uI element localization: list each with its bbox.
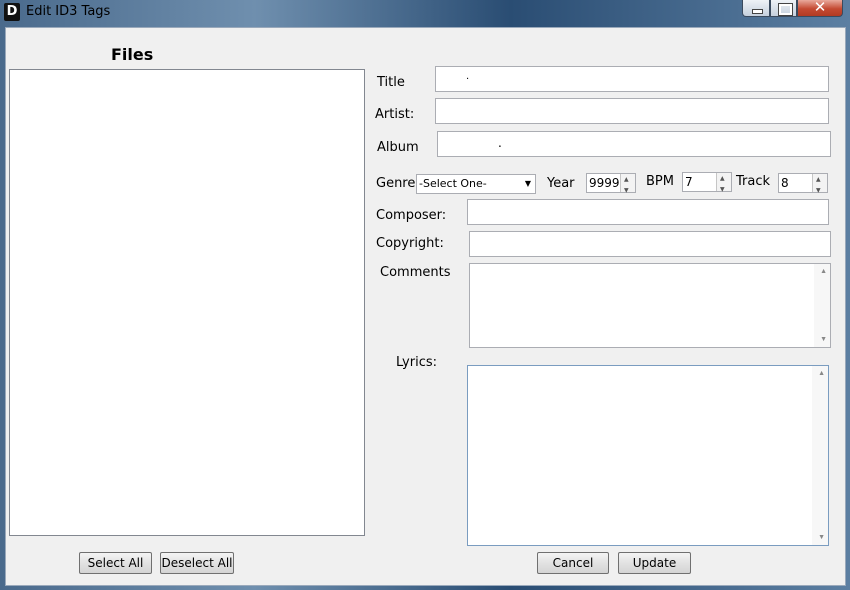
scroll-down-icon[interactable]: ▼: [820, 336, 827, 343]
close-button[interactable]: ✕: [797, 0, 843, 17]
album-value: .: [498, 136, 502, 150]
title-value: .: [466, 71, 470, 82]
copyright-label: Copyright:: [376, 236, 444, 251]
genre-label: Genre: [376, 176, 416, 191]
spinner-arrows-icon[interactable]: [620, 171, 635, 200]
lyrics-textarea[interactable]: ▲ ▼: [467, 365, 829, 546]
maximize-button[interactable]: [770, 0, 797, 17]
year-value: 9999: [589, 176, 620, 190]
close-icon: ✕: [813, 0, 827, 16]
spinner-arrows-icon[interactable]: [716, 170, 731, 199]
artist-label: Artist:: [375, 107, 415, 122]
cancel-button[interactable]: Cancel: [537, 552, 609, 574]
title-input[interactable]: .: [435, 66, 829, 92]
comments-label: Comments: [380, 265, 451, 280]
bpm-spinner[interactable]: 7: [682, 170, 732, 199]
files-heading: Files: [111, 45, 154, 64]
app-icon: D: [4, 3, 20, 21]
scroll-up-icon[interactable]: ▲: [818, 370, 825, 377]
scroll-down-icon[interactable]: ▼: [818, 534, 825, 541]
track-label: Track: [736, 174, 771, 189]
genre-select[interactable]: -Select One- ▼: [416, 174, 536, 194]
composer-input[interactable]: [467, 199, 829, 225]
title-bar[interactable]: D Edit ID3 Tags ✕: [0, 0, 850, 26]
album-input[interactable]: .: [437, 131, 831, 157]
window: D Edit ID3 Tags ✕ Files Select All Desel…: [0, 0, 850, 590]
window-title: Edit ID3 Tags: [26, 4, 111, 19]
minimize-button[interactable]: [742, 0, 770, 17]
track-value: 8: [781, 176, 789, 190]
copyright-input[interactable]: [469, 231, 831, 257]
bpm-value: 7: [685, 175, 693, 189]
spinner-arrows-icon[interactable]: [812, 171, 827, 200]
dialog-body: Files Select All Deselect All Title . Ar…: [5, 27, 846, 586]
artist-input[interactable]: [435, 98, 829, 124]
lyrics-scrollbar[interactable]: ▲ ▼: [812, 366, 828, 545]
lyrics-label: Lyrics:: [396, 355, 437, 370]
title-label: Title: [377, 75, 405, 90]
bpm-label: BPM: [646, 174, 674, 189]
comments-textarea[interactable]: ▲ ▼: [469, 263, 831, 348]
year-label: Year: [547, 176, 575, 191]
select-all-button[interactable]: Select All: [79, 552, 152, 574]
files-list[interactable]: [9, 69, 365, 536]
track-spinner[interactable]: 8: [778, 171, 828, 200]
scroll-up-icon[interactable]: ▲: [820, 268, 827, 275]
update-button[interactable]: Update: [618, 552, 691, 574]
year-spinner[interactable]: 9999: [586, 171, 636, 200]
chevron-down-icon: ▼: [524, 179, 531, 188]
composer-label: Composer:: [376, 208, 447, 223]
deselect-all-button[interactable]: Deselect All: [160, 552, 234, 574]
album-label: Album: [377, 140, 419, 155]
genre-selected: -Select One-: [419, 177, 487, 190]
comments-scrollbar[interactable]: ▲ ▼: [814, 264, 830, 347]
